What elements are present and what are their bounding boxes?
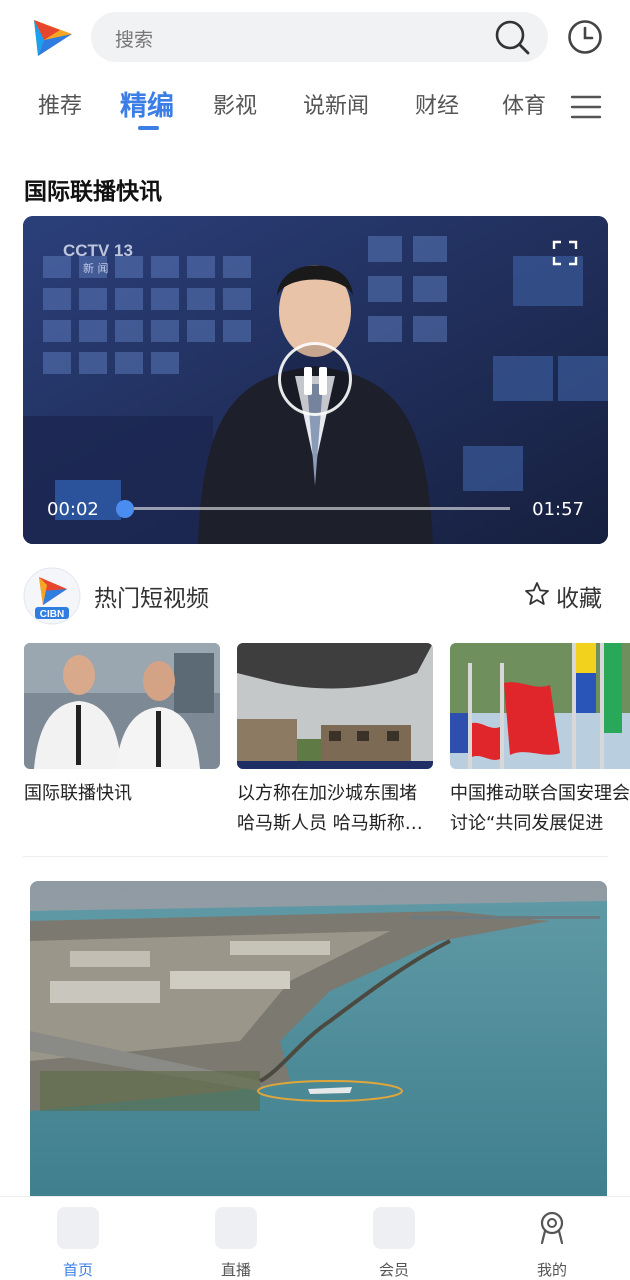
- tab-news-talk[interactable]: 说新闻: [303, 88, 369, 120]
- short-video-thumbnail[interactable]: [237, 643, 433, 769]
- nav-vip[interactable]: 会员: [354, 1205, 434, 1279]
- short-video-card[interactable]: 国际联播快讯: [24, 643, 220, 809]
- pause-button[interactable]: [278, 342, 352, 416]
- search-placeholder[interactable]: 搜索: [115, 25, 153, 52]
- channel-badge-text: CIBN: [40, 609, 64, 620]
- pause-icon-bar: [319, 367, 327, 395]
- nav-home[interactable]: 首页: [38, 1205, 118, 1279]
- tab-finance[interactable]: 财经: [415, 88, 459, 120]
- short-video-list: 国际联播快讯 以方称在加沙城东围堵哈马斯人员 哈马斯称… 中国推动联合国安理会讨…: [0, 643, 630, 843]
- tab-recommend[interactable]: 推荐: [38, 88, 82, 120]
- nav-home-label: 首页: [62, 1261, 93, 1279]
- nav-live-label: 直播: [220, 1261, 251, 1279]
- section-title: 国际联播快讯: [24, 179, 162, 205]
- tab-film[interactable]: 影视: [213, 88, 257, 120]
- search-icon[interactable]: [494, 19, 532, 57]
- short-video-card[interactable]: 以方称在加沙城东围堵哈马斯人员 哈马斯称…: [237, 643, 433, 839]
- bottom-navigation: 首页 直播 会员 我的: [0, 1196, 630, 1280]
- profile-icon: [540, 1211, 564, 1245]
- search-bar[interactable]: 搜索: [91, 12, 548, 62]
- short-video-title[interactable]: 中国推动联合国安理会讨论“共同发展促进: [450, 779, 630, 839]
- active-tab-indicator: [138, 126, 159, 130]
- channel-logo[interactable]: CIBN: [23, 567, 81, 625]
- progress-bar[interactable]: [115, 500, 510, 518]
- video-player[interactable]: CCTV 13 新 闻 00:02 01:57: [23, 216, 608, 544]
- nav-me[interactable]: 我的: [512, 1205, 592, 1279]
- nav-vip-label: 会员: [378, 1261, 409, 1279]
- menu-icon[interactable]: [570, 94, 602, 120]
- short-video-card[interactable]: 中国推动联合国安理会讨论“共同发展促进: [450, 643, 630, 839]
- short-video-title[interactable]: 国际联播快讯: [24, 779, 220, 809]
- category-tabs: 推荐 精编 影视 说新闻 财经 体育: [0, 80, 630, 136]
- total-time: 01:57: [532, 499, 584, 520]
- history-clock-icon[interactable]: [566, 18, 604, 56]
- short-video-thumbnail[interactable]: [450, 643, 630, 769]
- star-icon: [525, 582, 549, 605]
- nav-me-label: 我的: [536, 1261, 567, 1279]
- section-divider: [23, 856, 608, 857]
- top-bar: 搜索: [0, 0, 630, 74]
- nav-live[interactable]: 直播: [196, 1205, 276, 1279]
- live-icon: [215, 1207, 257, 1249]
- news-cover-image[interactable]: [30, 881, 607, 1199]
- pause-icon: [304, 367, 312, 395]
- svg-text:新 闻: 新 闻: [83, 261, 109, 275]
- favorite-label: 收藏: [556, 586, 602, 612]
- app-logo[interactable]: [30, 14, 76, 60]
- tab-sports[interactable]: 体育: [502, 88, 546, 120]
- vip-icon: [373, 1207, 415, 1249]
- home-icon: [57, 1207, 99, 1249]
- current-time: 00:02: [47, 499, 99, 520]
- tab-featured[interactable]: 精编: [120, 84, 174, 123]
- hot-shorts-title: 热门短视频: [94, 586, 209, 612]
- fullscreen-icon[interactable]: [552, 240, 578, 266]
- progress-thumb[interactable]: [115, 500, 134, 518]
- svg-text:CCTV 13: CCTV 13: [63, 241, 133, 260]
- short-video-title[interactable]: 以方称在加沙城东围堵哈马斯人员 哈马斯称…: [237, 779, 433, 839]
- short-video-thumbnail[interactable]: [24, 643, 220, 769]
